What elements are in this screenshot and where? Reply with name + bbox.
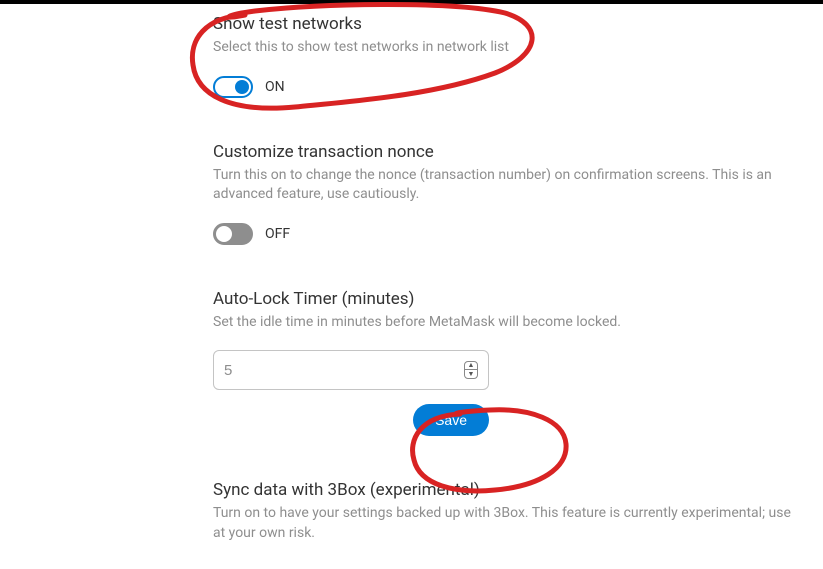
- setting-desc: Select this to show test networks in net…: [213, 38, 803, 58]
- stepper-down-icon[interactable]: ▼: [465, 370, 477, 378]
- setting-desc: Turn this on to change the nonce (transa…: [213, 166, 803, 205]
- auto-lock-input-wrap: ▲ ▼: [213, 350, 489, 390]
- toggle-customize-nonce[interactable]: [213, 223, 253, 245]
- setting-customize-nonce: Customize transaction nonce Turn this on…: [213, 142, 803, 245]
- auto-lock-input[interactable]: [224, 362, 464, 379]
- setting-title: Customize transaction nonce: [213, 142, 803, 162]
- setting-title: Show test networks: [213, 14, 803, 34]
- setting-show-test-networks: Show test networks Select this to show t…: [213, 14, 803, 98]
- save-button[interactable]: Save: [413, 404, 489, 436]
- setting-title: Auto-Lock Timer (minutes): [213, 289, 803, 309]
- setting-title: Sync data with 3Box (experimental): [213, 480, 803, 500]
- toggle-knob: [235, 80, 249, 94]
- save-row: Save: [213, 404, 489, 436]
- top-black-bar: [0, 0, 823, 4]
- setting-auto-lock: Auto-Lock Timer (minutes) Set the idle t…: [213, 289, 803, 437]
- setting-desc: Set the idle time in minutes before Meta…: [213, 313, 803, 333]
- toggle-row: ON: [213, 76, 803, 98]
- toggle-show-test-networks[interactable]: [213, 76, 253, 98]
- toggle-state-label: OFF: [265, 226, 290, 242]
- number-stepper: ▲ ▼: [464, 361, 478, 379]
- setting-sync-3box: Sync data with 3Box (experimental) Turn …: [213, 480, 803, 543]
- toggle-row: OFF: [213, 223, 803, 245]
- toggle-knob: [216, 226, 232, 242]
- toggle-state-label: ON: [265, 79, 285, 95]
- setting-desc: Turn on to have your settings backed up …: [213, 504, 803, 543]
- settings-content: Show test networks Select this to show t…: [0, 0, 823, 544]
